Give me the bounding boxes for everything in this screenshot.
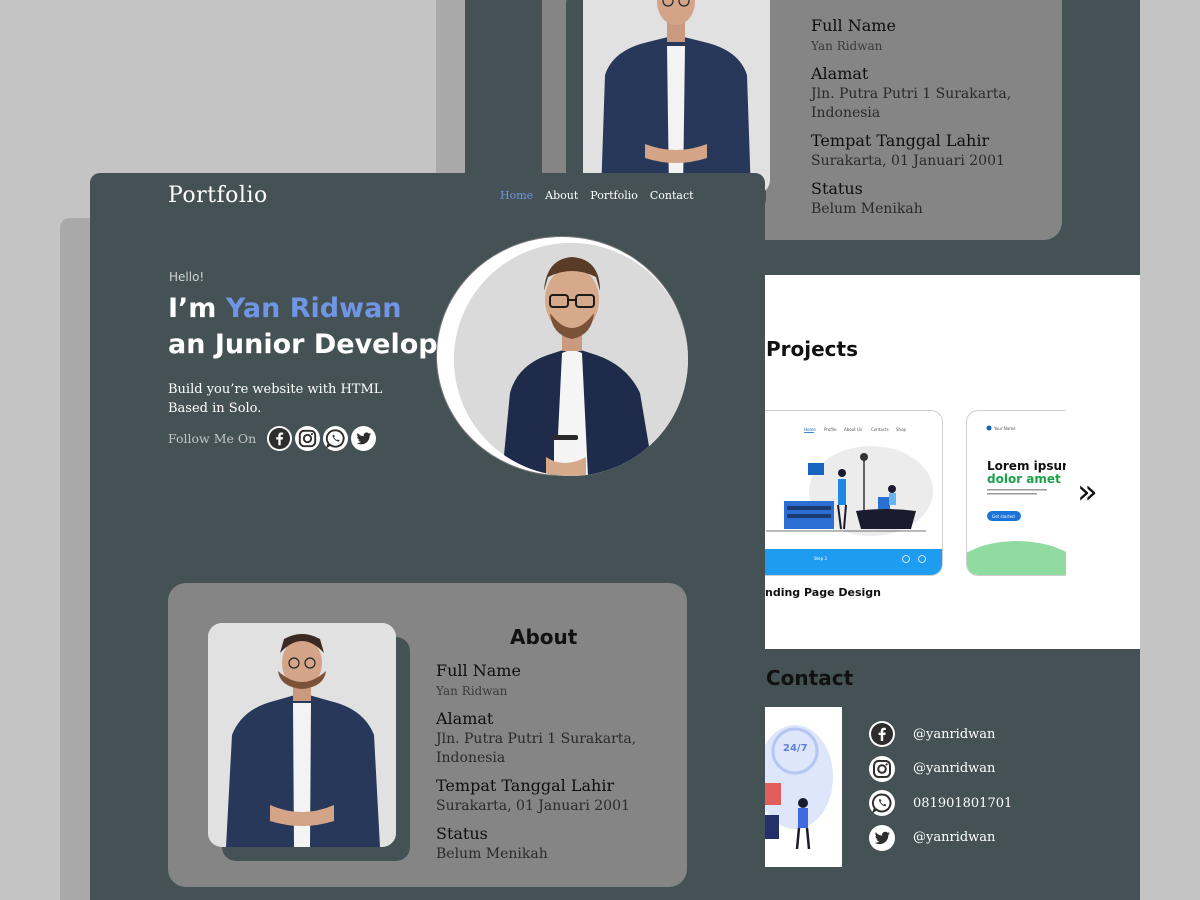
follow-label: Follow Me On <box>168 431 257 446</box>
about-panel: About Full Name Yan Ridwan Alamat Jln. P… <box>168 583 687 887</box>
contact-whatsapp-text: 081901801701 <box>913 795 1013 811</box>
info-full-name: Full Name Yan Ridwan <box>436 661 636 700</box>
card2-heading-2: dolor amet <box>987 472 1061 486</box>
whatsapp-icon[interactable] <box>323 426 348 451</box>
hero-headline-line1: I’m Yan Ridwan <box>168 291 469 327</box>
facebook-icon[interactable] <box>267 426 292 451</box>
logo[interactable]: Portfolio <box>168 183 268 208</box>
chevron-next-icon[interactable]: » <box>1077 475 1098 509</box>
card1-footer-step: Step 3 <box>814 556 827 561</box>
value-ttl: Surakarta, 01 Januari 2001 <box>811 153 1005 169</box>
label-ttl: Tempat Tanggal Lahir <box>811 131 990 150</box>
value-full-name: Yan Ridwan <box>436 684 508 698</box>
front-page-preview: Portfolio Home About Portfolio Contact H… <box>90 173 765 900</box>
contact-item-facebook[interactable]: @yanridwan <box>869 721 1012 747</box>
about-title: About <box>510 625 578 649</box>
contact-list: @yanridwan @yanridwan 081901801701 @yanr… <box>869 721 1012 859</box>
card1-nav-shop: Shop <box>896 427 907 432</box>
hero-photo <box>454 243 688 476</box>
label-alamat: Alamat <box>811 64 869 83</box>
contact-illustration: 24/7 <box>765 707 842 867</box>
main-nav: Home About Portfolio Contact <box>500 189 694 202</box>
value-ttl: Surakarta, 01 Januari 2001 <box>436 798 630 814</box>
projects-section: Projects Home Profile About Us Contacts … <box>745 275 1140 649</box>
contact-title: Contact <box>766 666 854 690</box>
card2-button: Get started <box>992 514 1015 519</box>
hero-role: an Junior Developer <box>168 329 470 360</box>
info-status: Status Belum Menikah <box>436 824 636 863</box>
value-status: Belum Menikah <box>436 846 548 862</box>
nav-about[interactable]: About <box>545 189 578 202</box>
project-card-lorem[interactable]: Your Name Lorem ipsum dolor amet Get sta… <box>966 410 1066 576</box>
card2-brand: Your Name <box>993 426 1016 431</box>
value-alamat-line1: Jln. Putra Putri 1 Surakarta, <box>811 86 1012 102</box>
about-info: Full Name Yan Ridwan Alamat Jln. Putra P… <box>436 661 636 872</box>
nav-home[interactable]: Home <box>500 189 533 202</box>
contact-item-instagram[interactable]: @yanridwan <box>869 755 1012 782</box>
label-full-name: Full Name <box>436 661 521 680</box>
card1-nav-profile: Profile <box>824 427 837 432</box>
hero-name: Yan Ridwan <box>225 293 402 324</box>
info-full-name: Full Name Yan Ridwan <box>811 16 1011 55</box>
value-full-name: Yan Ridwan <box>811 39 883 53</box>
card2-heading-1: Lorem ipsum <box>987 459 1066 473</box>
front-card-shadow <box>60 218 92 900</box>
value-alamat-line2: Indonesia <box>811 105 881 121</box>
label-alamat: Alamat <box>436 709 494 728</box>
value-alamat-line1: Jln. Putra Putri 1 Surakarta, <box>436 731 637 747</box>
contact-instagram-text: @yanridwan <box>913 761 996 776</box>
back-about-info: Full Name Yan Ridwan Alamat Jln. Putra P… <box>811 16 1011 227</box>
info-alamat: Alamat Jln. Putra Putri 1 Surakarta, Ind… <box>811 64 1011 122</box>
instagram-icon[interactable] <box>295 426 320 451</box>
facebook-icon <box>869 721 895 747</box>
value-status: Belum Menikah <box>811 201 923 217</box>
info-status: Status Belum Menikah <box>811 179 1011 218</box>
project-card-landing[interactable]: Home Profile About Us Contacts Shop Step… <box>745 410 943 576</box>
nav-contact[interactable]: Contact <box>650 189 694 202</box>
contact-twitter-text: @yanridwan <box>913 830 996 845</box>
whatsapp-icon <box>869 790 895 816</box>
hero-intro-prefix: I’m <box>168 293 226 324</box>
projects-title: Projects <box>766 337 859 361</box>
social-links <box>267 426 376 451</box>
contact-item-whatsapp[interactable]: 081901801701 <box>869 790 1012 816</box>
info-alamat: Alamat Jln. Putra Putri 1 Surakarta, Ind… <box>436 709 636 767</box>
info-ttl: Tempat Tanggal Lahir Surakarta, 01 Janua… <box>811 131 1011 170</box>
card1-nav-contacts: Contacts <box>871 427 889 432</box>
about-photo <box>208 623 396 847</box>
label-full-name: Full Name <box>811 16 896 35</box>
contact-item-twitter[interactable]: @yanridwan <box>869 824 1012 851</box>
info-ttl: Tempat Tanggal Lahir Surakarta, 01 Janua… <box>436 776 636 815</box>
back-about-photo <box>583 0 770 194</box>
value-alamat-line2: Indonesia <box>436 750 506 766</box>
label-status: Status <box>811 179 863 198</box>
label-ttl: Tempat Tanggal Lahir <box>436 776 615 795</box>
card1-nav-home: Home <box>804 427 816 432</box>
back-card-shadow <box>436 0 466 173</box>
label-status: Status <box>436 824 488 843</box>
hero-greeting: Hello! <box>169 270 205 284</box>
hero-description: Build you’re website with HTML Based in … <box>168 380 382 418</box>
project-caption: nding Page Design <box>765 586 881 599</box>
hero-description-line2: Based in Solo. <box>168 401 262 416</box>
hero-headline: I’m Yan Ridwan an Junior Developer <box>168 291 469 363</box>
twitter-icon <box>869 824 895 851</box>
hero-description-line1: Build you’re website with HTML <box>168 382 383 397</box>
twitter-icon[interactable] <box>351 426 376 451</box>
instagram-icon <box>869 755 895 782</box>
contact-badge-text: 24/7 <box>783 743 808 754</box>
nav-portfolio[interactable]: Portfolio <box>590 189 638 202</box>
contact-facebook-text: @yanridwan <box>913 726 996 742</box>
card1-nav-about: About Us <box>844 427 862 432</box>
